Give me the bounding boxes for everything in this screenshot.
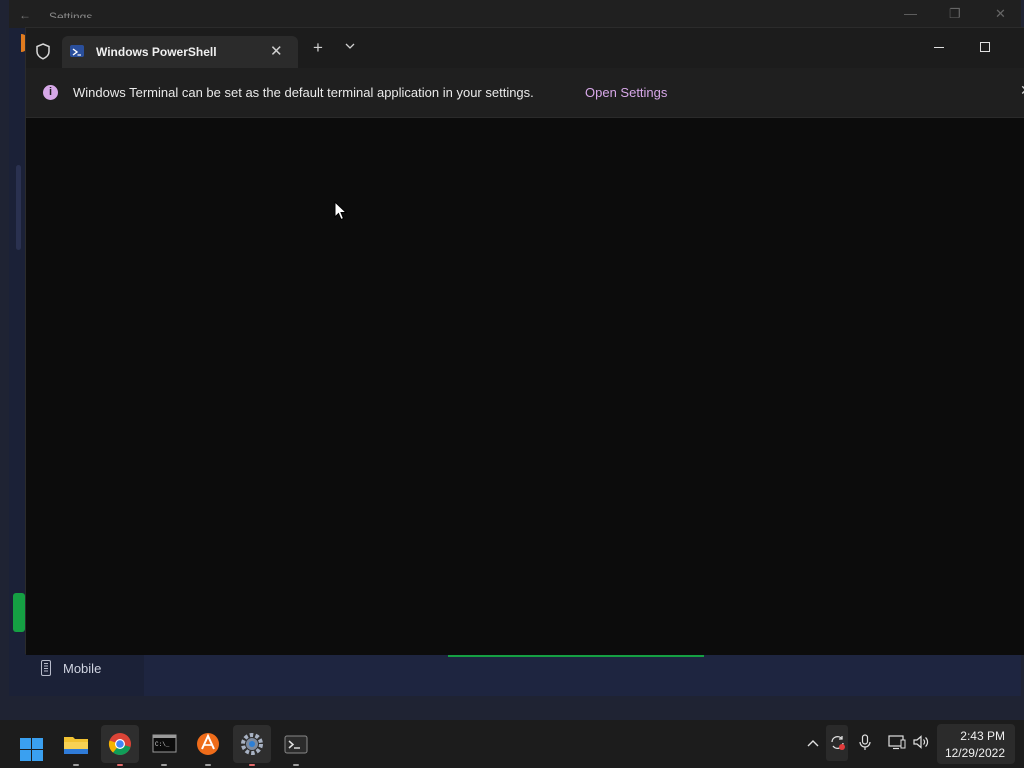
terminal-icon: [284, 735, 308, 754]
mobile-icon: [41, 660, 51, 676]
settings-close-icon[interactable]: ✕: [995, 6, 1006, 22]
mouse-pointer-icon: [334, 201, 348, 221]
taskbar: C:\_ 2:43 PM 12/29/2022: [0, 720, 1024, 768]
folder-icon: [64, 737, 88, 754]
taskbar-file-explorer[interactable]: [57, 725, 95, 766]
shield-icon: [36, 43, 50, 60]
close-tab-icon[interactable]: ✕: [270, 42, 283, 60]
settings-restore-icon[interactable]: ❐: [949, 6, 961, 22]
settings-title: Settings: [49, 10, 93, 18]
chevron-down-icon[interactable]: [344, 41, 356, 51]
gear-icon: [241, 733, 263, 755]
back-arrow-icon[interactable]: ←: [19, 8, 31, 22]
start-button[interactable]: [13, 725, 51, 763]
svg-text:C:\_: C:\_: [155, 741, 170, 748]
new-tab-button[interactable]: +: [313, 38, 323, 58]
powershell-icon: [70, 45, 84, 57]
info-icon: i: [43, 85, 58, 100]
sidebar-item-mobile[interactable]: Mobile: [39, 656, 101, 680]
network-icon[interactable]: [888, 734, 906, 750]
terminal-output-area[interactable]: [26, 118, 1024, 655]
sync-icon[interactable]: [829, 734, 846, 751]
terminal-window: Windows PowerShell ✕ + i Windows Termina…: [25, 27, 1024, 655]
settings-titlebar: ← Settings — ❐ ✕: [9, 0, 1021, 28]
minimize-icon[interactable]: [934, 47, 944, 48]
taskbar-command-prompt[interactable]: C:\_: [145, 725, 183, 766]
sidebar-item-label: Mobile: [63, 660, 102, 676]
taskbar-chrome[interactable]: [101, 725, 139, 766]
settings-green-indicator: [13, 593, 25, 632]
tab-title: Windows PowerShell: [96, 45, 217, 59]
taskbar-settings[interactable]: [233, 725, 271, 766]
chrome-icon: [108, 733, 131, 755]
windows-logo-icon: [20, 738, 43, 761]
running-indicator: [205, 764, 211, 766]
volume-icon[interactable]: [912, 734, 931, 750]
orange-app-icon: [197, 733, 219, 755]
running-indicator: [293, 764, 299, 766]
taskbar-terminal[interactable]: [277, 725, 315, 766]
tab-windows-powershell[interactable]: Windows PowerShell ✕: [62, 36, 298, 68]
running-indicator: [249, 764, 255, 766]
default-terminal-infobar: i Windows Terminal can be set as the def…: [26, 68, 1024, 118]
taskbar-orange-app[interactable]: [189, 725, 227, 766]
infobar-close-icon[interactable]: ✕: [1020, 82, 1024, 99]
running-indicator: [73, 764, 79, 766]
terminal-tabbar: Windows PowerShell ✕ +: [26, 28, 1024, 68]
infobar-message: Windows Terminal can be set as the defau…: [73, 85, 534, 100]
running-indicator: [161, 764, 167, 766]
settings-nav-scrollbar[interactable]: [16, 165, 21, 250]
chevron-up-icon[interactable]: [806, 738, 820, 748]
clock-date: 12/29/2022: [944, 746, 1005, 760]
settings-minimize-icon[interactable]: —: [904, 6, 917, 21]
microphone-icon[interactable]: [858, 734, 872, 751]
open-settings-link[interactable]: Open Settings: [585, 85, 667, 100]
maximize-icon[interactable]: [980, 42, 990, 52]
settings-content-pane: [144, 653, 1021, 696]
running-indicator: [117, 764, 123, 766]
cmd-icon: C:\_: [152, 734, 177, 753]
clock-time: 2:43 PM: [960, 729, 1005, 743]
